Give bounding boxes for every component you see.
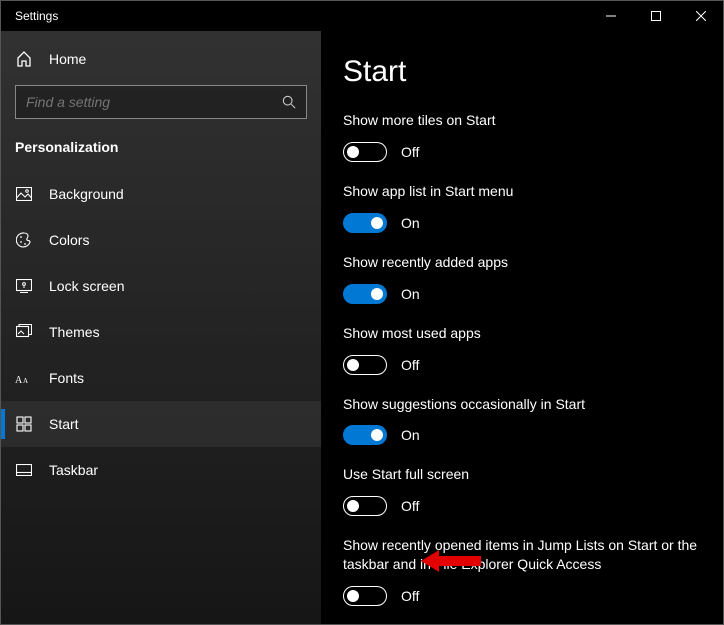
setting-label: Use Start full screen bbox=[343, 465, 701, 484]
page-title: Start bbox=[343, 55, 701, 89]
toggle-switch[interactable] bbox=[343, 586, 387, 606]
toggle-row: Off bbox=[343, 586, 701, 606]
setting-item: Show suggestions occasionally in Start On bbox=[343, 395, 701, 446]
category-header: Personalization bbox=[1, 119, 321, 163]
svg-text:A: A bbox=[23, 377, 28, 385]
toggle-knob bbox=[371, 288, 383, 300]
nav-list: Background Colors Lock screen bbox=[1, 171, 321, 493]
setting-item: Show most used apps Off bbox=[343, 324, 701, 375]
content-pane: Start Show more tiles on Start Off Show ap… bbox=[321, 31, 723, 624]
toggle-state-label: Off bbox=[401, 357, 419, 373]
toggle-row: On bbox=[343, 284, 701, 304]
sidebar-item-label: Fonts bbox=[49, 370, 84, 386]
taskbar-icon bbox=[15, 464, 33, 476]
picture-icon bbox=[15, 187, 33, 201]
toggle-row: Off bbox=[343, 355, 701, 375]
toggle-switch[interactable] bbox=[343, 425, 387, 445]
sidebar-item-lock-screen[interactable]: Lock screen bbox=[1, 263, 321, 309]
search-input[interactable] bbox=[26, 94, 269, 110]
home-label: Home bbox=[49, 51, 86, 67]
sidebar-item-label: Start bbox=[49, 416, 79, 432]
toggle-row: On bbox=[343, 425, 701, 445]
sidebar-item-background[interactable]: Background bbox=[1, 171, 321, 217]
maximize-button[interactable] bbox=[633, 1, 678, 31]
toggle-row: Off bbox=[343, 496, 701, 516]
sidebar: Home Personalization Background bbox=[1, 31, 321, 624]
sidebar-item-taskbar[interactable]: Taskbar bbox=[1, 447, 321, 493]
sidebar-item-themes[interactable]: Themes bbox=[1, 309, 321, 355]
toggle-state-label: Off bbox=[401, 588, 419, 604]
toggle-knob bbox=[347, 359, 359, 371]
toggle-switch[interactable] bbox=[343, 142, 387, 162]
minimize-button[interactable] bbox=[588, 1, 633, 31]
titlebar: Settings bbox=[1, 1, 723, 31]
setting-label: Show suggestions occasionally in Start bbox=[343, 395, 701, 414]
setting-label: Show more tiles on Start bbox=[343, 111, 701, 130]
toggle-state-label: On bbox=[401, 286, 420, 302]
toggle-knob bbox=[371, 217, 383, 229]
toggle-state-label: On bbox=[401, 427, 420, 443]
svg-text:A: A bbox=[15, 375, 23, 385]
sidebar-item-colors[interactable]: Colors bbox=[1, 217, 321, 263]
toggle-state-label: On bbox=[401, 215, 420, 231]
toggle-row: On bbox=[343, 213, 701, 233]
toggle-knob bbox=[347, 500, 359, 512]
setting-label: Show most used apps bbox=[343, 324, 701, 343]
toggle-row: Off bbox=[343, 142, 701, 162]
settings-list: Show more tiles on Start Off Show app list… bbox=[343, 111, 701, 606]
sidebar-item-label: Taskbar bbox=[49, 462, 98, 478]
setting-label: Show recently added apps bbox=[343, 253, 701, 272]
fonts-icon: AA bbox=[15, 371, 33, 385]
settings-window: Settings Home bbox=[0, 0, 724, 625]
setting-item: Show app list in Start menu On bbox=[343, 182, 701, 233]
lock-screen-icon bbox=[15, 279, 33, 293]
window-controls bbox=[588, 1, 723, 31]
toggle-switch[interactable] bbox=[343, 496, 387, 516]
setting-label: Show app list in Start menu bbox=[343, 182, 701, 201]
toggle-knob bbox=[347, 590, 359, 602]
start-icon bbox=[15, 416, 33, 432]
search-icon bbox=[282, 95, 296, 109]
setting-item: Show recently added apps On bbox=[343, 253, 701, 304]
toggle-state-label: Off bbox=[401, 144, 419, 160]
home-icon bbox=[15, 51, 33, 67]
window-title: Settings bbox=[1, 9, 58, 23]
toggle-knob bbox=[347, 146, 359, 158]
sidebar-item-start[interactable]: Start bbox=[1, 401, 321, 447]
toggle-state-label: Off bbox=[401, 498, 419, 514]
sidebar-item-label: Colors bbox=[49, 232, 89, 248]
close-button[interactable] bbox=[678, 1, 723, 31]
sidebar-item-fonts[interactable]: AA Fonts bbox=[1, 355, 321, 401]
themes-icon bbox=[15, 324, 33, 340]
body: Home Personalization Background bbox=[1, 31, 723, 624]
palette-icon bbox=[15, 232, 33, 248]
search-container bbox=[1, 85, 321, 119]
setting-item: Show more tiles on Start Off bbox=[343, 111, 701, 162]
toggle-switch[interactable] bbox=[343, 355, 387, 375]
sidebar-item-label: Themes bbox=[49, 324, 100, 340]
home-nav[interactable]: Home bbox=[1, 39, 321, 79]
toggle-switch[interactable] bbox=[343, 284, 387, 304]
search-box[interactable] bbox=[15, 85, 307, 119]
sidebar-item-label: Background bbox=[49, 186, 124, 202]
setting-item: Use Start full screen Off bbox=[343, 465, 701, 516]
toggle-switch[interactable] bbox=[343, 213, 387, 233]
setting-item: Show recently opened items in Jump Lists… bbox=[343, 536, 701, 606]
sidebar-item-label: Lock screen bbox=[49, 278, 124, 294]
toggle-knob bbox=[371, 429, 383, 441]
setting-label: Show recently opened items in Jump Lists… bbox=[343, 536, 701, 574]
